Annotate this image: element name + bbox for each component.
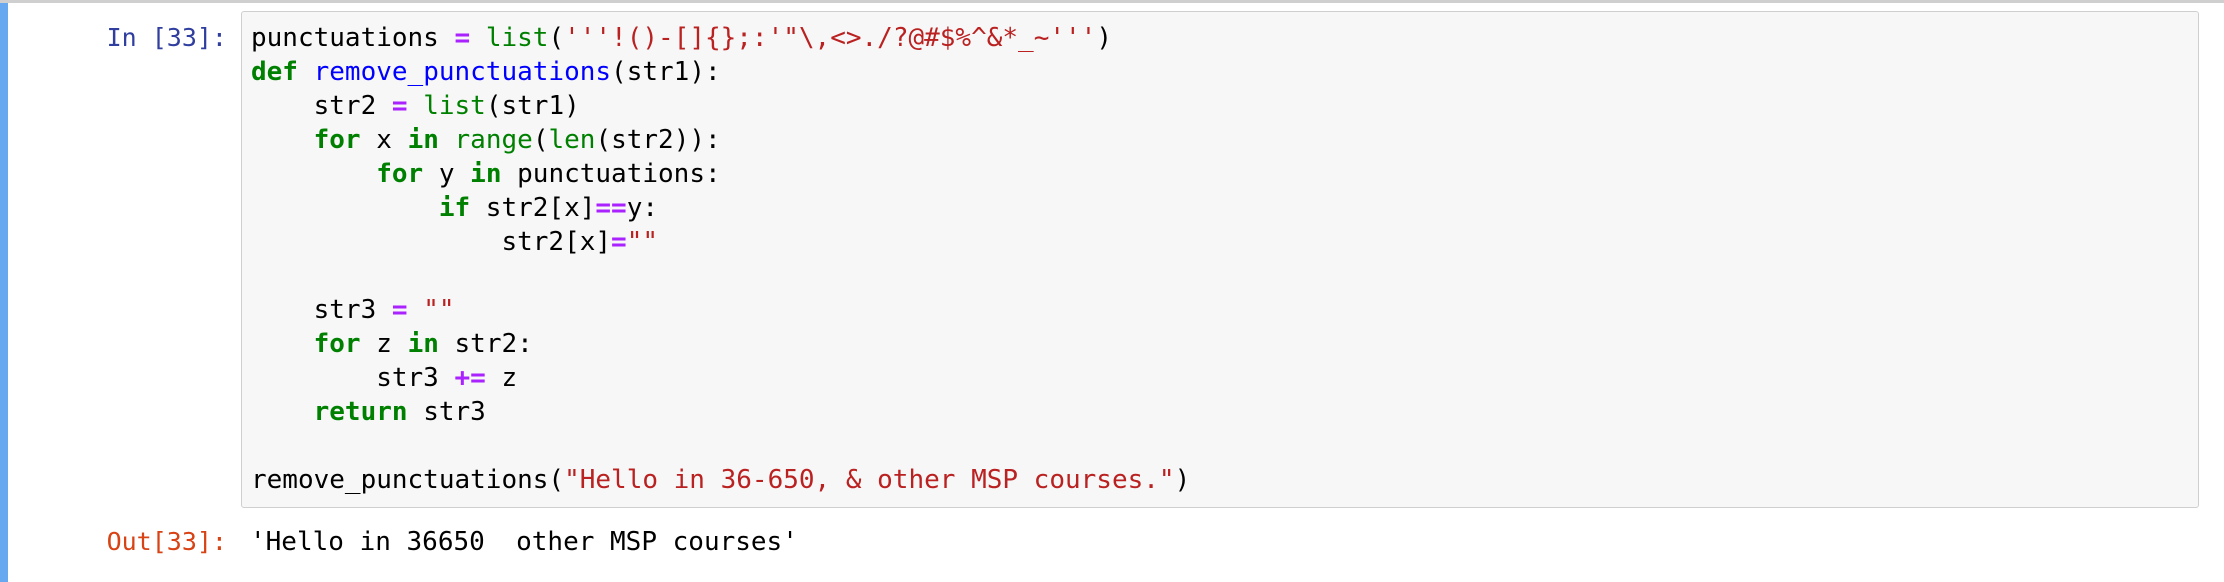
code-line: for x in range(len(str2)): — [251, 123, 2198, 157]
code-token: = — [454, 23, 471, 53]
code-token: = — [391, 295, 408, 325]
code-token: for — [313, 329, 361, 359]
code-token: list — [423, 91, 486, 121]
code-token: range — [454, 125, 533, 155]
code-token: += — [454, 363, 486, 393]
code-line: remove_punctuations("Hello in 36-650, & … — [251, 463, 2198, 497]
code-token: punctuations: — [501, 159, 721, 189]
code-token: ) — [1096, 23, 1112, 53]
code-token: (str1): — [611, 57, 721, 87]
code-token: in — [407, 329, 439, 359]
code-token: == — [595, 193, 627, 223]
code-token: str3 — [407, 397, 486, 427]
code-token: remove_punctuations — [313, 57, 612, 87]
input-prompt: In [33]: — [106, 23, 227, 52]
code-line: def remove_punctuations(str1): — [251, 55, 2198, 89]
code-token: str2: — [438, 329, 533, 359]
output-prompt: Out[33]: — [106, 527, 227, 556]
code-token: ( — [532, 125, 549, 155]
code-line: for y in punctuations: — [251, 157, 2198, 191]
selected-cell-indicator — [0, 3, 8, 582]
code-line: str3 = "" — [251, 293, 2198, 327]
code-token: str2[x] — [470, 193, 596, 223]
code-token: str2[x] — [251, 227, 612, 257]
code-token: y: — [626, 193, 659, 223]
cell-output: 'Hello in 36650 other MSP courses' — [250, 527, 798, 557]
code-line: punctuations = list('''!()-[]{};:'"\,<>.… — [251, 21, 2198, 55]
code-token: remove_punctuations( — [251, 465, 565, 495]
code-token: "" — [423, 295, 455, 325]
code-token: (str2)): — [595, 125, 721, 155]
code-token: str3 — [251, 295, 392, 325]
code-line: if str2[x]==y: — [251, 191, 2198, 225]
code-token: in — [407, 125, 439, 155]
code-line: return str3 — [251, 395, 2198, 429]
code-token: "Hello in 36-650, & other MSP courses." — [564, 465, 1175, 495]
code-token: list — [485, 23, 549, 53]
code-token: in — [470, 159, 502, 189]
code-token: = — [611, 227, 627, 257]
code-token: str2 — [251, 91, 392, 121]
code-token: for — [313, 125, 361, 155]
code-token: len — [548, 125, 596, 155]
code-token: y — [423, 159, 471, 189]
code-token: '''!()-[]{};:'"\,<>./?@#$%^&*_~''' — [564, 23, 1097, 53]
code-line: str2[x]="" — [251, 225, 2198, 259]
code-token: ) — [1174, 465, 1191, 495]
code-token: ( — [548, 23, 565, 53]
code-cell-editor[interactable]: punctuations = list('''!()-[]{};:'"\,<>.… — [241, 11, 2199, 508]
code-token: z — [360, 329, 408, 359]
code-token: def — [251, 57, 298, 87]
code-token: if — [438, 193, 471, 223]
code-token: str3 — [251, 363, 455, 393]
code-token: "" — [626, 227, 658, 257]
notebook-top-border — [0, 0, 2224, 3]
code-token: z — [485, 363, 518, 393]
code-token: = — [391, 91, 408, 121]
code-line: for z in str2: — [251, 327, 2198, 361]
code-token: punctuations — [251, 23, 455, 53]
code-token: return — [313, 397, 408, 427]
code-token: (str1) — [485, 91, 580, 121]
code-token: for — [376, 159, 424, 189]
code-line: str2 = list(str1) — [251, 89, 2198, 123]
code-line: str3 += z — [251, 361, 2198, 395]
code-token: x — [360, 125, 408, 155]
